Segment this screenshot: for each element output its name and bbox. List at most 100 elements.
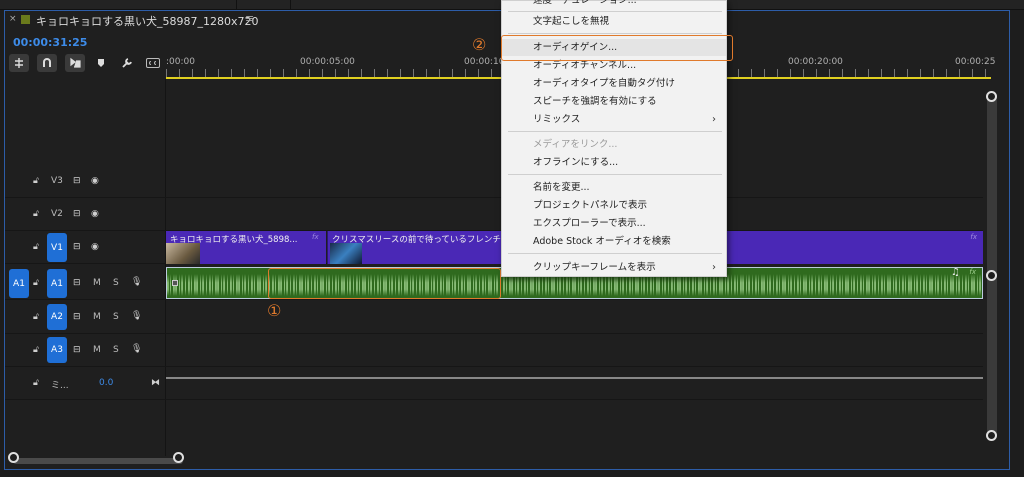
hscroll-left-handle[interactable] xyxy=(8,452,19,463)
music-note-icon: ♫ xyxy=(951,267,960,278)
track-header-a1: A1 🔓︎ A1 ⊟ M S 🎙︎ xyxy=(5,267,165,299)
sequence-color-swatch xyxy=(21,15,30,24)
track-header-v3: 🔓︎ V3 ⊟ ◉ xyxy=(5,165,165,197)
menu-separator xyxy=(508,11,722,12)
clip-keyframe-icon xyxy=(172,280,178,286)
eye-icon[interactable]: ◉ xyxy=(91,209,99,219)
track-header-a3: 🔓︎ A3 ⊟ M S 🎙︎ xyxy=(5,334,165,366)
track-target-v1[interactable]: V1 xyxy=(47,233,67,262)
menu-separator xyxy=(508,33,722,34)
solo-button[interactable]: S xyxy=(113,345,119,355)
lock-icon[interactable]: 🔓︎ xyxy=(33,176,39,186)
solo-button[interactable]: S xyxy=(113,278,119,288)
hscroll-right-handle[interactable] xyxy=(173,452,184,463)
lock-icon[interactable]: 🔓︎ xyxy=(33,209,39,219)
nest-icon[interactable] xyxy=(9,54,29,72)
mute-button[interactable]: M xyxy=(93,345,101,355)
ruler-label: 00:00:10 xyxy=(464,57,505,67)
track-mix: 🔓︎ ミ... 0.0 ⧓ xyxy=(5,367,983,400)
video-clip-french-bulldog[interactable]: クリスマスリースの前で待っているフレンチブ xyxy=(327,231,502,264)
track-target-a3[interactable]: A3 xyxy=(47,337,67,363)
video-clip-dog[interactable]: キョロキョロする黒い犬_5898... fx xyxy=(166,231,326,264)
mix-track-name: ミ... xyxy=(51,381,69,391)
track-a2: 🔓︎ A2 ⊟ M S 🎙︎ xyxy=(5,301,983,334)
menu-item-label: クリップキーフレームを表示 xyxy=(533,262,656,273)
mix-volume-value[interactable]: 0.0 xyxy=(99,378,113,388)
menu-item-ignore-transcription[interactable]: 文字起こしを無視 xyxy=(502,13,726,30)
menu-item-reveal-in-project[interactable]: プロジェクトパネルで表示 xyxy=(502,197,726,214)
sync-lock-icon[interactable]: ⊟ xyxy=(73,242,81,252)
close-icon[interactable]: × xyxy=(9,14,17,24)
track-header-mix: 🔓︎ ミ... 0.0 ⧓ xyxy=(5,367,165,399)
fx-badge: fx xyxy=(970,233,977,241)
track-target-a1[interactable]: A1 xyxy=(47,269,67,298)
menu-item-adobe-stock-audio[interactable]: Adobe Stock オーディオを検索 xyxy=(502,233,726,250)
lock-icon[interactable]: 🔓︎ xyxy=(33,242,39,252)
menu-item-auto-tag-audio[interactable]: オーディオタイプを自動タグ付け xyxy=(502,75,726,92)
highlight-box-menu xyxy=(501,35,733,61)
menu-item-reveal-in-explorer[interactable]: エクスプローラーで表示... xyxy=(502,215,726,232)
mix-end-icon[interactable]: ⧓ xyxy=(151,378,160,388)
eye-icon[interactable]: ◉ xyxy=(91,242,99,252)
track-header-v2: 🔓︎ V2 ⊟ ◉ xyxy=(5,198,165,230)
panel-menu-icon[interactable]: ≡ xyxy=(245,12,254,25)
captions-icon[interactable] xyxy=(143,54,163,72)
menu-item-make-offline[interactable]: オフラインにする... xyxy=(502,154,726,171)
microphone-icon[interactable]: 🎙︎ xyxy=(131,277,142,287)
sync-lock-icon[interactable]: ⊟ xyxy=(73,312,81,322)
sync-lock-icon[interactable]: ⊟ xyxy=(73,278,81,288)
marker-2: ② xyxy=(472,35,487,54)
menu-separator xyxy=(508,131,722,132)
vscroll-mid-handle[interactable] xyxy=(986,270,997,281)
fx-badge: fx xyxy=(969,268,976,276)
add-marker-icon[interactable] xyxy=(91,54,111,72)
solo-button[interactable]: S xyxy=(113,312,119,322)
clip-thumbnail xyxy=(166,243,200,264)
highlight-box-audio xyxy=(268,268,501,299)
vscroll-top-handle[interactable] xyxy=(986,91,997,102)
wrench-icon[interactable] xyxy=(117,54,137,72)
eye-icon[interactable]: ◉ xyxy=(91,176,99,186)
track-target-a2[interactable]: A2 xyxy=(47,304,67,330)
linked-selection-icon[interactable] xyxy=(65,54,85,72)
menu-item-rename[interactable]: 名前を変更... xyxy=(502,179,726,196)
lock-icon[interactable]: 🔓︎ xyxy=(33,378,39,388)
microphone-icon[interactable]: 🎙︎ xyxy=(131,344,142,354)
track-a3: 🔓︎ A3 ⊟ M S 🎙︎ xyxy=(5,334,983,367)
ruler-label: 00:00:25 xyxy=(955,57,996,67)
menu-item-show-clip-keyframes[interactable]: クリップキーフレームを表示 › xyxy=(502,259,726,276)
menu-item-remix[interactable]: リミックス › xyxy=(502,111,726,128)
source-patch-a1[interactable]: A1 xyxy=(9,269,29,298)
sync-lock-icon[interactable]: ⊟ xyxy=(73,176,81,186)
lock-icon[interactable]: 🔓︎ xyxy=(33,345,39,355)
mix-volume-line[interactable] xyxy=(166,377,983,379)
menu-item-enhance-speech[interactable]: スピーチを強調を有効にする xyxy=(502,93,726,110)
microphone-icon[interactable]: 🎙︎ xyxy=(131,311,142,321)
track-name: V3 xyxy=(51,176,63,186)
lock-icon[interactable]: 🔓︎ xyxy=(33,278,39,288)
clip-thumbnail xyxy=(330,243,362,264)
mute-button[interactable]: M xyxy=(93,312,101,322)
track-name: V2 xyxy=(51,209,63,219)
video-clip-continued[interactable]: fx xyxy=(727,231,983,264)
sequence-title: キョロキョロする黒い犬_58987_1280x720 xyxy=(36,15,259,28)
marker-1: ① xyxy=(267,301,282,320)
playhead-timecode[interactable]: 00:00:31:25 xyxy=(13,36,87,49)
track-header-v1: 🔓︎ V1 ⊟ ◉ xyxy=(5,231,165,263)
horizontal-scrollbar[interactable] xyxy=(13,458,183,464)
sync-lock-icon[interactable]: ⊟ xyxy=(73,345,81,355)
menu-separator xyxy=(508,253,722,254)
menu-separator xyxy=(508,174,722,175)
sync-lock-icon[interactable]: ⊟ xyxy=(73,209,81,219)
chevron-right-icon: › xyxy=(712,262,716,273)
track-v3: 🔓︎ V3 ⊟ ◉ xyxy=(5,165,983,198)
timeline-toolbar xyxy=(9,54,169,74)
menu-item-speed-duration[interactable]: 速度・デュレーション... xyxy=(502,0,726,9)
mute-button[interactable]: M xyxy=(93,278,101,288)
snap-icon[interactable] xyxy=(37,54,57,72)
lock-icon[interactable]: 🔓︎ xyxy=(33,312,39,322)
fx-badge: fx xyxy=(312,233,319,241)
vscroll-bottom-handle[interactable] xyxy=(986,430,997,441)
ruler-label: 00:00:20:00 xyxy=(788,57,843,67)
vertical-scrollbar[interactable] xyxy=(987,91,997,441)
